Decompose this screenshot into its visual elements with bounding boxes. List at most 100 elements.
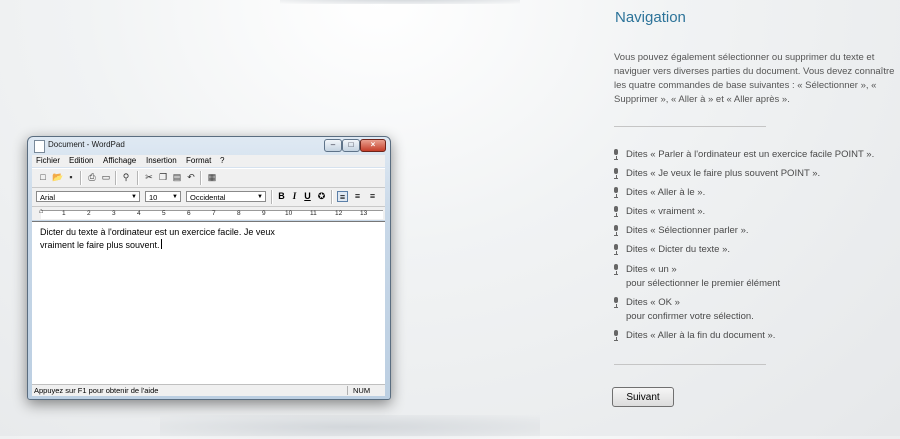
bold-icon[interactable]: B — [276, 191, 287, 202]
menu-bar: Fichier Edition Affichage Insertion Form… — [32, 155, 385, 167]
menu-fichier[interactable]: Fichier — [36, 156, 60, 165]
new-icon[interactable]: □ — [38, 172, 48, 183]
ruler-number: 7 — [212, 210, 216, 217]
menu-help[interactable]: ? — [220, 156, 224, 165]
italic-icon[interactable]: I — [289, 191, 300, 202]
ruler-number: 11 — [310, 210, 317, 217]
align-right-icon[interactable]: ≡ — [367, 191, 378, 202]
color-icon[interactable]: ✪ — [316, 191, 327, 202]
command-text: Dites « Aller à la fin du document ». — [626, 330, 776, 341]
microphone-icon — [614, 225, 619, 236]
print-icon[interactable]: ⎙ — [87, 172, 97, 183]
ruler-number: 10 — [285, 210, 293, 217]
ruler-number: 2 — [87, 210, 91, 217]
ruler-number: 4 — [137, 210, 141, 217]
standard-toolbar: □ 📂 ▪ ⎙ ▭ ⚲ ✂ ❐ ▤ ↶ ▦ — [32, 168, 385, 188]
find-icon[interactable]: ⚲ — [121, 172, 131, 183]
align-left-icon[interactable]: ≡ — [337, 191, 348, 202]
ruler-number: 13 — [360, 210, 368, 217]
script-value: Occidental — [190, 193, 226, 202]
chevron-down-icon: ▼ — [172, 194, 178, 200]
status-help-text: Appuyez sur F1 pour obtenir de l'aide — [34, 386, 159, 395]
status-bar: Appuyez sur F1 pour obtenir de l'aide NU… — [32, 384, 385, 396]
window-title: Document - WordPad — [48, 140, 125, 149]
intro-text: Vous pouvez également sélectionner ou su… — [614, 52, 895, 105]
document-line: Dicter du texte à l'ordinateur est un ex… — [40, 227, 275, 237]
microphone-icon — [614, 297, 619, 308]
close-button[interactable]: × — [360, 139, 386, 152]
toolbar-separator — [137, 171, 139, 185]
toolbar-separator — [115, 171, 117, 185]
microphone-icon — [614, 244, 619, 255]
paste-icon[interactable]: ▤ — [172, 172, 182, 183]
font-size-value: 10 — [149, 193, 158, 202]
ruler-number: 8 — [237, 210, 241, 217]
toolbar-separator — [80, 171, 82, 185]
open-icon[interactable]: 📂 — [52, 172, 63, 183]
ruler-strip: 1 2 3 4 5 6 7 8 9 10 11 12 13 — [41, 210, 383, 219]
microphone-icon — [614, 149, 619, 160]
align-center-icon[interactable]: ≡ — [352, 191, 363, 202]
menu-affichage[interactable]: Affichage — [103, 156, 136, 165]
command-text: Dites « Aller à le ». — [626, 187, 706, 198]
ruler-number: 9 — [262, 210, 266, 217]
command-text: Dites « Dicter du texte ». — [626, 244, 731, 255]
indent-marker[interactable]: ⌂ — [39, 208, 43, 215]
microphone-icon — [614, 264, 619, 275]
command-text: Dites « vraiment ». — [626, 206, 706, 217]
microphone-icon — [614, 187, 619, 198]
status-divider — [347, 386, 348, 395]
text-caret — [160, 239, 162, 249]
ruler-number: 12 — [335, 210, 343, 217]
menu-insertion[interactable]: Insertion — [146, 156, 177, 165]
chevron-down-icon: ▼ — [131, 194, 137, 200]
background-glow-top — [280, 0, 520, 4]
script-select[interactable]: Occidental ▼ — [186, 191, 266, 202]
font-size-select[interactable]: 10 ▼ — [145, 191, 181, 202]
command-text: Dites « Je veux le faire plus souvent PO… — [626, 168, 821, 179]
minimize-button[interactable]: – — [324, 139, 342, 152]
insert-date-icon[interactable]: ▦ — [207, 172, 217, 183]
toolbar-separator — [271, 190, 273, 204]
save-icon[interactable]: ▪ — [66, 172, 76, 183]
font-name-select[interactable]: Arial ▼ — [36, 191, 140, 202]
microphone-icon — [614, 168, 619, 179]
num-lock-indicator: NUM — [353, 386, 371, 395]
microphone-icon — [614, 330, 619, 341]
toolbar-separator — [200, 171, 202, 185]
ruler[interactable]: 1 2 3 4 5 6 7 8 9 10 11 12 13 ⌂ — [32, 207, 385, 220]
command-text: Dites « un » — [626, 264, 677, 275]
ruler-number: 6 — [187, 210, 191, 217]
divider-top — [614, 126, 766, 127]
cut-icon[interactable]: ✂ — [144, 172, 154, 183]
font-name-value: Arial — [40, 193, 56, 202]
background-glow-bottom — [160, 415, 540, 439]
command-text: Dites « Parler à l'ordinateur est un exe… — [626, 149, 875, 160]
divider-bottom — [614, 364, 766, 365]
copy-icon[interactable]: ❐ — [158, 172, 168, 183]
command-text: Dites « Sélectionner parler ». — [626, 225, 749, 236]
ruler-number: 1 — [62, 210, 66, 217]
format-toolbar: Arial ▼ 10 ▼ Occidental ▼ B I U ✪ ≡ ≡ ≡ — [32, 188, 385, 207]
menu-edition[interactable]: Edition — [69, 156, 93, 165]
menu-format[interactable]: Format — [186, 156, 211, 165]
underline-icon[interactable]: U — [302, 191, 313, 202]
ruler-number: 5 — [162, 210, 166, 217]
toolbar-separator — [331, 190, 333, 204]
command-text: Dites « OK » — [626, 297, 680, 308]
panel-heading: Navigation — [615, 9, 686, 26]
wordpad-app-icon — [34, 140, 45, 153]
document-area[interactable]: Dicter du texte à l'ordinateur est un ex… — [32, 221, 385, 384]
microphone-icon — [614, 206, 619, 217]
print-preview-icon[interactable]: ▭ — [101, 172, 111, 183]
chevron-down-icon: ▼ — [257, 194, 263, 200]
command-subtext: pour confirmer votre sélection. — [626, 311, 754, 322]
undo-icon[interactable]: ↶ — [186, 172, 196, 183]
command-subtext: pour sélectionner le premier élément — [626, 278, 781, 289]
wordpad-window[interactable]: Document - WordPad – □ × Fichier Edition… — [27, 136, 391, 400]
title-bar[interactable]: Document - WordPad – □ × — [28, 137, 390, 154]
next-button[interactable]: Suivant — [612, 387, 674, 407]
ruler-number: 3 — [112, 210, 116, 217]
document-line-text: vraiment le faire plus souvent. — [40, 240, 160, 250]
maximize-button[interactable]: □ — [342, 139, 360, 152]
